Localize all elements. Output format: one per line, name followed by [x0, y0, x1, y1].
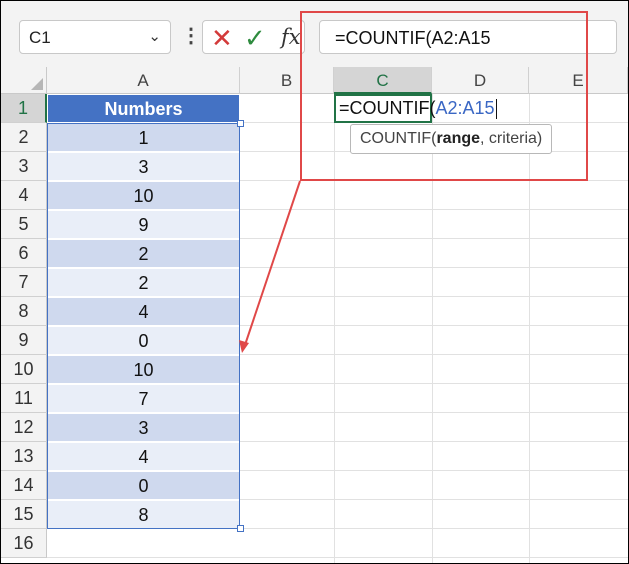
name-box-value: C1 [29, 28, 51, 47]
annotation-highlight-box [300, 11, 588, 181]
row-header-10[interactable]: 10 [1, 355, 47, 384]
row-header-16[interactable]: 16 [1, 529, 47, 558]
row-header-2[interactable]: 2 [1, 123, 47, 152]
column-header-a[interactable]: A [47, 67, 240, 94]
row-header-3[interactable]: 3 [1, 152, 47, 181]
select-all-triangle-icon [31, 78, 43, 90]
row-header-14[interactable]: 14 [1, 471, 47, 500]
row-header-11[interactable]: 11 [1, 384, 47, 413]
gridline [47, 557, 628, 558]
referenced-range-outline [47, 123, 240, 529]
row-header-8[interactable]: 8 [1, 297, 47, 326]
row-header-5[interactable]: 5 [1, 210, 47, 239]
row-header-13[interactable]: 13 [1, 442, 47, 471]
spreadsheet-window: C1 ⌄ ⋮ ✕ ✓ fx =COUNTIF(A2:A15 A B C D E … [0, 0, 629, 564]
more-options-icon[interactable]: ⋮ [181, 23, 201, 48]
range-resize-handle[interactable] [237, 525, 244, 532]
row-header-6[interactable]: 6 [1, 239, 47, 268]
select-all-corner[interactable] [1, 67, 47, 94]
row-header-9[interactable]: 9 [1, 326, 47, 355]
cancel-icon[interactable]: ✕ [211, 23, 233, 54]
row-header-4[interactable]: 4 [1, 181, 47, 210]
table-header-cell[interactable]: Numbers [47, 94, 240, 123]
row-header-15[interactable]: 15 [1, 500, 47, 529]
formula-buttons: ✕ ✓ fx [202, 20, 305, 54]
row-header-1[interactable]: 1 [1, 94, 47, 123]
range-resize-handle[interactable] [237, 120, 244, 127]
name-box[interactable]: C1 ⌄ [19, 20, 171, 54]
enter-check-icon[interactable]: ✓ [244, 23, 266, 54]
chevron-down-icon[interactable]: ⌄ [148, 27, 161, 45]
row-header-12[interactable]: 12 [1, 413, 47, 442]
row-header-7[interactable]: 7 [1, 268, 47, 297]
insert-function-icon[interactable]: fx [281, 25, 301, 49]
